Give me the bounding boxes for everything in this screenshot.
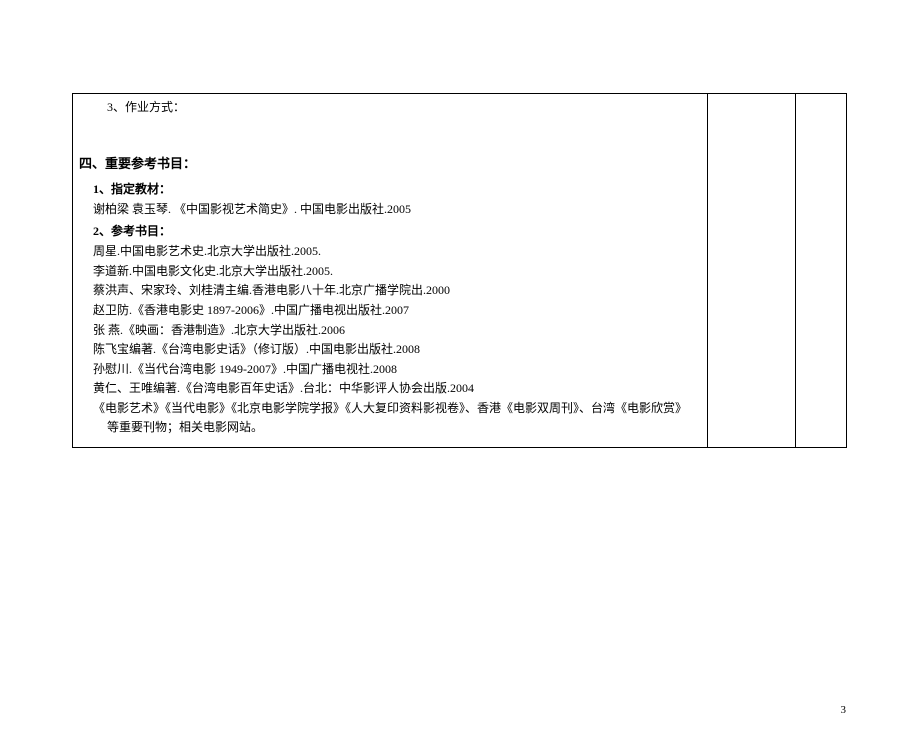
reference-entry: 蔡洪声、宋家玲、刘桂清主编.香港电影八十年.北京广播学院出.2000 bbox=[79, 281, 701, 300]
reference-entry: 陈飞宝编著.《台湾电影史话》（修订版）.中国电影出版社.2008 bbox=[79, 340, 701, 359]
side-cell-1 bbox=[708, 94, 796, 448]
page-container: 3、作业方式： 四、重要参考书目： 1、指定教材： 谢柏梁 袁玉琴. 《中国影视… bbox=[0, 93, 920, 448]
subheading-references: 2、参考书目： bbox=[79, 222, 701, 239]
reference-entry: 李道新.中国电影文化史.北京大学出版社.2005. bbox=[79, 262, 701, 281]
reference-entry: 赵卫防.《香港电影史 1897-2006》.中国广播电视出版社.2007 bbox=[79, 301, 701, 320]
reference-entry: 周星.中国电影艺术史.北京大学出版社.2005. bbox=[79, 242, 701, 261]
side-cell-2 bbox=[796, 94, 847, 448]
reference-entry: 黄仁、王唯编著.《台湾电影百年史话》.台北：中华影评人协会出版.2004 bbox=[79, 379, 701, 398]
assignment-method-label: 3、作业方式： bbox=[79, 98, 701, 117]
content-table: 3、作业方式： 四、重要参考书目： 1、指定教材： 谢柏梁 袁玉琴. 《中国影视… bbox=[72, 93, 847, 448]
subheading-textbook: 1、指定教材： bbox=[79, 180, 701, 197]
page-number: 3 bbox=[841, 704, 847, 716]
reference-entry: 孙慰川.《当代台湾电影 1949-2007》.中国广播电视社.2008 bbox=[79, 360, 701, 379]
section-heading-references: 四、重要参考书目： bbox=[79, 153, 701, 172]
main-content-cell: 3、作业方式： 四、重要参考书目： 1、指定教材： 谢柏梁 袁玉琴. 《中国影视… bbox=[73, 94, 708, 448]
closing-note: 《电影艺术》《当代电影》《北京电影学院学报》《人大复印资料影视卷》、香港《电影双… bbox=[79, 399, 701, 436]
textbook-entry: 谢柏梁 袁玉琴. 《中国影视艺术简史》. 中国电影出版社.2005 bbox=[79, 200, 701, 219]
reference-entry: 张 燕.《映画：香港制造》.北京大学出版社.2006 bbox=[79, 321, 701, 340]
